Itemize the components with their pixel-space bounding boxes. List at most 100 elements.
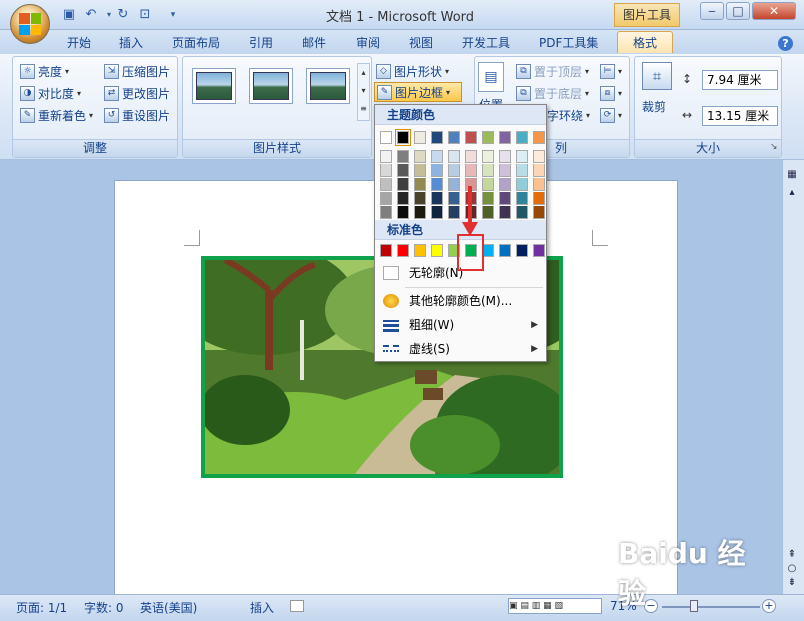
status-language[interactable]: 英语(美国): [140, 599, 197, 616]
theme-shade-swatch[interactable]: [380, 150, 392, 163]
next-page-icon[interactable]: ⇟: [784, 576, 800, 590]
theme-shade-swatch[interactable]: [533, 192, 545, 205]
theme-shade-swatch[interactable]: [397, 206, 409, 219]
status-word-count[interactable]: 字数: 0: [84, 599, 124, 616]
tab-mailings[interactable]: 邮件: [293, 32, 335, 54]
dashes-item[interactable]: 虚线(S) ▶: [375, 337, 546, 361]
theme-shade-swatch[interactable]: [533, 164, 545, 177]
theme-shade-swatch[interactable]: [499, 206, 511, 219]
theme-shade-swatch[interactable]: [516, 164, 528, 177]
theme-shade-swatch[interactable]: [448, 192, 460, 205]
brightness-button[interactable]: ☼ 亮度 ▾: [20, 61, 69, 81]
select-browse-object-icon[interactable]: ○: [784, 562, 800, 576]
theme-shade-swatch[interactable]: [499, 192, 511, 205]
picture-shape-button[interactable]: ◇ 图片形状 ▾: [376, 61, 449, 81]
save-icon[interactable]: ▣: [60, 6, 78, 24]
standard-color-swatch[interactable]: [431, 244, 443, 257]
prev-page-icon[interactable]: ⇞: [784, 548, 800, 562]
theme-shade-swatch[interactable]: [414, 178, 426, 191]
theme-shade-swatch[interactable]: [482, 192, 494, 205]
weight-item[interactable]: 粗细(W) ▶: [375, 313, 546, 337]
theme-color-swatch[interactable]: [380, 131, 392, 144]
theme-shade-swatch[interactable]: [516, 206, 528, 219]
bring-to-front-button[interactable]: ⧉ 置于顶层 ▾: [516, 61, 589, 81]
align-icon[interactable]: ⊨ ▾: [600, 61, 622, 81]
standard-color-swatch[interactable]: [414, 244, 426, 257]
picture-style-2[interactable]: [249, 68, 293, 104]
more-outline-colors-item[interactable]: 其他轮廓颜色(M)...: [375, 289, 546, 313]
theme-shade-swatch[interactable]: [431, 150, 443, 163]
theme-shade-swatch[interactable]: [431, 164, 443, 177]
redo-icon[interactable]: ↻: [114, 6, 132, 24]
status-insert-mode[interactable]: 插入: [250, 599, 274, 616]
width-input[interactable]: 13.15 厘米: [702, 106, 778, 126]
standard-color-swatch[interactable]: [499, 244, 511, 257]
close-button[interactable]: ✕: [752, 2, 796, 20]
picture-style-3[interactable]: [306, 68, 350, 104]
undo-icon[interactable]: ↶: [82, 6, 100, 24]
theme-shade-swatch[interactable]: [397, 178, 409, 191]
theme-color-swatch[interactable]: [414, 131, 426, 144]
tab-insert[interactable]: 插入: [110, 32, 152, 54]
theme-shade-swatch[interactable]: [414, 164, 426, 177]
theme-shade-swatch[interactable]: [380, 164, 392, 177]
theme-shade-swatch[interactable]: [533, 178, 545, 191]
theme-color-swatch[interactable]: [465, 131, 477, 144]
theme-shade-swatch[interactable]: [431, 206, 443, 219]
tab-developer[interactable]: 开发工具: [453, 32, 519, 54]
rotate-icon[interactable]: ⟳ ▾: [600, 105, 622, 125]
help-icon[interactable]: ?: [778, 36, 793, 51]
theme-shade-swatch[interactable]: [431, 178, 443, 191]
theme-shade-swatch[interactable]: [482, 150, 494, 163]
zoom-slider[interactable]: [662, 606, 760, 608]
theme-shade-swatch[interactable]: [465, 150, 477, 163]
tab-review[interactable]: 审阅: [347, 32, 389, 54]
tab-page-layout[interactable]: 页面布局: [163, 32, 229, 54]
picture-border-button[interactable]: ✎ 图片边框 ▾: [374, 82, 462, 102]
theme-shade-swatch[interactable]: [414, 192, 426, 205]
theme-shade-swatch[interactable]: [482, 164, 494, 177]
theme-shade-swatch[interactable]: [380, 192, 392, 205]
send-to-back-button[interactable]: ⧉ 置于底层 ▾: [516, 83, 589, 103]
tab-format[interactable]: 格式: [617, 31, 673, 53]
minimize-button[interactable]: ‒: [700, 2, 724, 20]
tab-pdf-tools[interactable]: PDF工具集: [530, 32, 607, 54]
theme-shade-swatch[interactable]: [414, 206, 426, 219]
recolor-button[interactable]: ✎ 重新着色 ▾: [20, 105, 93, 125]
theme-color-swatch[interactable]: [482, 131, 494, 144]
zoom-in-icon[interactable]: +: [762, 599, 776, 613]
theme-shade-swatch[interactable]: [499, 164, 511, 177]
theme-shade-swatch[interactable]: [516, 150, 528, 163]
theme-shade-swatch[interactable]: [397, 164, 409, 177]
position-icon[interactable]: ▤: [478, 62, 504, 92]
theme-shade-swatch[interactable]: [448, 178, 460, 191]
theme-shade-swatch[interactable]: [533, 150, 545, 163]
theme-shade-swatch[interactable]: [465, 164, 477, 177]
theme-color-swatch[interactable]: [395, 129, 411, 146]
theme-shade-swatch[interactable]: [516, 192, 528, 205]
theme-color-swatch[interactable]: [516, 131, 528, 144]
tab-references[interactable]: 引用: [240, 32, 282, 54]
theme-shade-swatch[interactable]: [533, 206, 545, 219]
theme-color-swatch[interactable]: [431, 131, 443, 144]
theme-shade-swatch[interactable]: [516, 178, 528, 191]
standard-color-swatch[interactable]: [516, 244, 528, 257]
theme-color-swatch[interactable]: [533, 131, 545, 144]
theme-shade-swatch[interactable]: [499, 178, 511, 191]
styles-gallery-scroll[interactable]: ▴ ▾ ≡: [357, 63, 370, 121]
zoom-out-icon[interactable]: −: [644, 599, 658, 613]
height-input[interactable]: 7.94 厘米: [702, 70, 778, 90]
macro-record-icon[interactable]: [290, 600, 304, 612]
compress-pictures-button[interactable]: ⇲ 压缩图片: [104, 61, 170, 81]
theme-shade-swatch[interactable]: [448, 150, 460, 163]
change-picture-button[interactable]: ⇄ 更改图片: [104, 83, 170, 103]
theme-shade-swatch[interactable]: [397, 192, 409, 205]
theme-shade-swatch[interactable]: [431, 192, 443, 205]
view-buttons[interactable]: ▣ ▤ ▥ ▦ ▧: [508, 598, 602, 614]
contrast-button[interactable]: ◑ 对比度 ▾: [20, 83, 81, 103]
text-wrap-button[interactable]: 字环绕 ▾: [547, 105, 590, 125]
theme-color-swatch[interactable]: [499, 131, 511, 144]
theme-shade-swatch[interactable]: [380, 206, 392, 219]
theme-shade-swatch[interactable]: [499, 150, 511, 163]
tab-home[interactable]: 开始: [58, 32, 100, 54]
